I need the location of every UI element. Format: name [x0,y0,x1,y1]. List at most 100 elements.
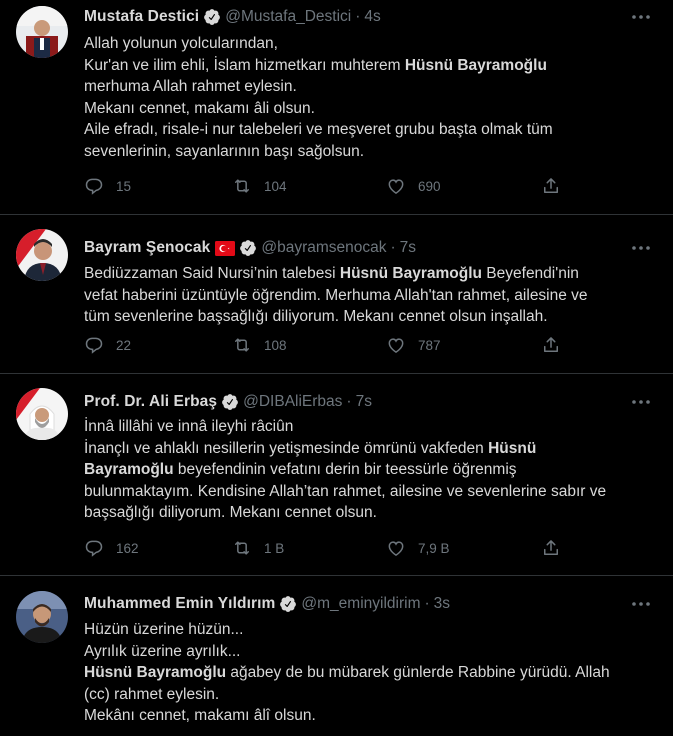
share-button[interactable] [541,176,573,196]
share-icon [544,540,558,555]
tweet-line: Bediüzzaman Said Nursi’nin talebesi Hüsn… [84,265,579,282]
share-icon [544,337,558,352]
more-icon[interactable] [629,390,653,414]
tweet[interactable]: Bayram Şenocak @bayramsenocak · 7s Bediü… [0,215,673,374]
tweet-header: Prof. Dr. Ali Erbaş @DIBAliErbas · 7s [84,391,372,413]
reply-icon [85,178,103,195]
reply-button[interactable]: 15 [84,176,131,196]
verified-icon [221,393,239,411]
share-button[interactable] [541,335,573,355]
timeline: Mustafa Destici @Mustafa_Destici · 4s Al… [0,0,673,736]
reply-button[interactable]: 162 [84,538,139,558]
tweet-actions: 162 1 B 7,9 B [84,538,584,562]
like-count: 7,9 B [418,540,450,556]
tweet-line: Hüzün üzerine hüzün... [84,621,244,638]
separator-dot: · [346,393,352,410]
more-icon[interactable] [629,5,653,29]
tweet-line: Kur'an ve ilim ehli, İslam hizmetkarı mu… [84,56,547,74]
timestamp[interactable]: 3s [434,595,450,613]
tweet-line: Aile efradı, risale-i nur talebeleri ve … [84,121,553,138]
tweet-text: Bediüzzaman Said Nursi’nin talebesi Hüsn… [84,263,654,328]
tweet-line: Bayramoğlu beyefendinin vefatını derin b… [84,461,517,478]
retweet-button[interactable]: 104 [232,176,287,196]
tweet-text: Hüzün üzerine hüzün... Ayrılık üzerine a… [84,619,654,727]
separator-dot: · [424,595,430,612]
like-button[interactable]: 7,9 B [386,538,450,558]
like-icon [388,179,404,194]
tweet-line: vefat haberini üzüntüyle öğrendim. Merhu… [84,286,588,304]
like-button[interactable]: 690 [386,176,441,196]
verified-icon [203,8,221,26]
author-name[interactable]: Bayram Şenocak [84,239,210,257]
author-name[interactable]: Mustafa Destici [84,8,199,26]
tweet-line: merhuma Allah rahmet eylesin. [84,78,297,95]
tweet-line: tüm sevenlerine başsağlığı diliyorum. Me… [84,308,548,325]
more-icon[interactable] [629,236,653,260]
tweet-text: Allah yolunun yolcularından, Kur'an ve i… [84,33,654,162]
tweet-line: sevenlerinin, sayanlarının başı sağolsun… [84,142,365,160]
timestamp[interactable]: 7s [400,239,416,257]
tweet-header: Mustafa Destici @Mustafa_Destici · 4s [84,6,381,28]
like-count: 690 [418,178,441,194]
verified-icon [239,239,257,257]
retweet-button[interactable]: 108 [232,335,287,355]
tweet-line: bulunmaktayım. Kendisine Allah’tan rahme… [84,482,607,500]
like-button[interactable]: 787 [386,335,441,355]
retweet-icon [235,179,249,193]
share-button[interactable] [541,538,573,558]
tweet-text: İnnâ lillâhi ve innâ ileyhi râciûn İnanç… [84,416,654,524]
tweet[interactable]: Prof. Dr. Ali Erbaş @DIBAliErbas · 7s İn… [0,374,673,576]
reply-icon [85,540,103,557]
retweet-icon [235,541,249,555]
more-icon[interactable] [629,592,653,616]
turkey-flag-icon [215,240,236,256]
retweet-count: 104 [264,178,287,194]
retweet-count: 108 [264,337,287,353]
like-count: 787 [418,337,441,353]
like-icon [388,338,404,353]
timestamp[interactable]: 7s [356,393,372,411]
mention-name: Hüsnü Bayramoğlu [404,56,547,74]
reply-icon [85,337,103,354]
mention-name: Hüsnü [488,439,537,457]
retweet-count: 1 B [264,540,285,556]
author-handle[interactable]: @Mustafa_Destici [225,8,351,26]
timestamp[interactable]: 4s [364,8,380,26]
verified-icon [279,595,297,613]
author-name[interactable]: Muhammed Emin Yıldırım [84,595,275,613]
separator-dot: · [355,8,361,25]
tweet-header: Muhammed Emin Yıldırım @m_eminyildirim ·… [84,593,450,615]
author-handle[interactable]: @DIBAliErbas [243,393,342,411]
reply-count: 15 [116,178,132,194]
share-icon [544,178,558,193]
avatar[interactable] [16,591,68,643]
retweet-button[interactable]: 1 B [232,538,284,558]
avatar[interactable] [16,388,68,440]
mention-name: Hüsnü Bayramoğlu [339,265,482,282]
tweet-line: Hüsnü Bayramoğlu ağabey de bu mübarek gü… [84,664,610,681]
mention-name: Hüsnü Bayramoğlu [84,664,227,681]
retweet-icon [235,338,249,352]
tweet-line: Allah yolunun yolcularından, [84,35,278,52]
avatar[interactable] [16,6,68,58]
author-handle[interactable]: @bayramsenocak [261,239,386,257]
tweet[interactable]: Mustafa Destici @Mustafa_Destici · 4s Al… [0,0,673,215]
reply-count: 162 [116,540,139,556]
avatar[interactable] [16,229,68,281]
reply-button[interactable]: 22 [84,335,131,355]
separator-dot: · [390,239,396,256]
tweet-header: Bayram Şenocak @bayramsenocak · 7s [84,237,416,259]
mention-name: Bayramoğlu [84,461,174,478]
tweet-line: Mekanı cennet, makamı âli olsun. [84,99,315,117]
tweet-actions: 22 108 787 [84,335,584,359]
reply-count: 22 [116,337,132,353]
tweet[interactable]: Muhammed Emin Yıldırım @m_eminyildirim ·… [0,576,673,736]
tweet-line: başsağlığı diliyorum. Mekanı cennet olsu… [84,504,377,521]
author-handle[interactable]: @m_eminyildirim [301,595,420,613]
tweet-actions: 15 104 690 [84,176,584,200]
like-icon [388,541,404,556]
tweet-line: (cc) rahmet eylesin. [84,685,220,703]
tweet-line: Mekânı cennet, makamı âlî olsun. [84,707,316,724]
tweet-line: Ayrılık üzerine ayrılık... [84,642,241,660]
author-name[interactable]: Prof. Dr. Ali Erbaş [84,393,217,411]
